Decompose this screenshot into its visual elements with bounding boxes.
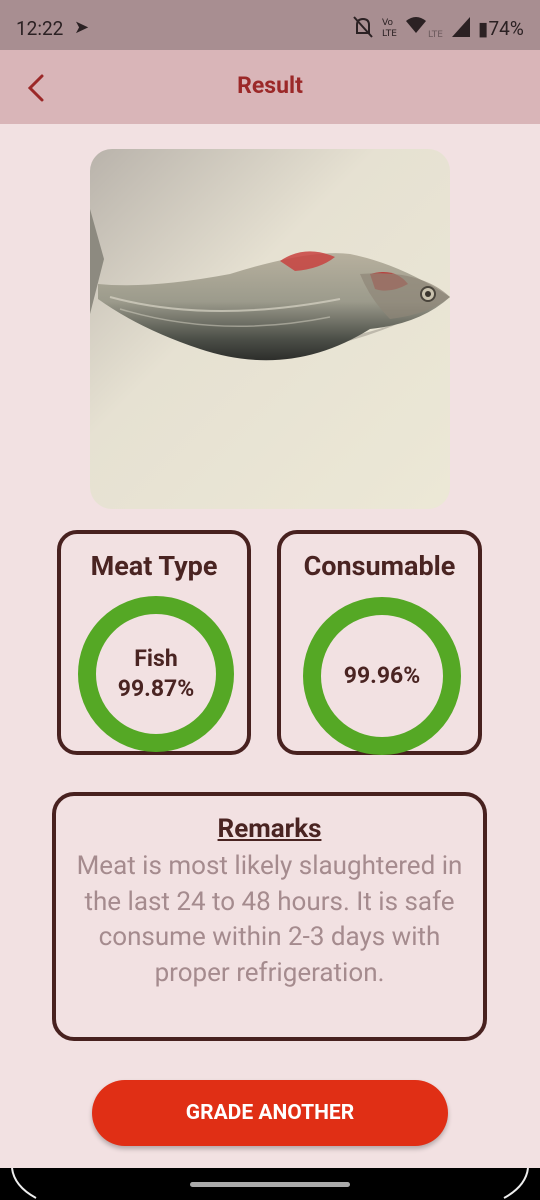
consumable-title: Consumable — [303, 550, 456, 582]
battery-level: 74% — [488, 17, 524, 40]
consumable-result: 99.96% — [321, 615, 443, 737]
mute-icon — [353, 16, 373, 38]
home-handle[interactable] — [190, 1182, 350, 1187]
status-icons: Vo LTE LTE — [353, 16, 470, 40]
wifi-icon — [406, 17, 426, 33]
meat-type-title: Meat Type — [90, 550, 218, 582]
grade-another-button[interactable]: GRADE ANOTHER — [92, 1080, 448, 1146]
meat-type-value: 99.87% — [117, 675, 195, 702]
page-title: Result — [237, 72, 303, 99]
remarks-body: Meat is most likely slaughtered in the l… — [76, 851, 463, 988]
svg-text:LTE: LTE — [428, 30, 443, 40]
svg-text:Vo: Vo — [382, 18, 393, 28]
meat-type-card: Meat Type Fish 99.87% — [57, 530, 251, 755]
svg-text:LTE: LTE — [382, 29, 397, 39]
battery-icon: ▮74% — [478, 17, 524, 40]
status-time: 12:22 — [16, 17, 64, 40]
navigation-bar — [0, 1168, 540, 1200]
remarks-card: Remarks Meat is most likely slaughtered … — [52, 792, 487, 1041]
screen-corner-right — [503, 1168, 529, 1199]
volte-icon: Vo LTE — [382, 18, 397, 39]
app-bar: Result — [0, 50, 540, 124]
screen-corner-left — [11, 1168, 37, 1199]
meat-type-result: Fish 99.87% — [96, 614, 216, 734]
status-bar: 12:22 ➤ Vo LTE LTE ▮74% — [0, 0, 540, 50]
meat-type-progress-ring: Fish 99.87% — [78, 596, 234, 752]
signal-icon — [452, 17, 470, 37]
consumable-value: 99.96% — [343, 662, 421, 689]
meat-type-label: Fish — [134, 645, 178, 672]
fish-photo — [90, 149, 450, 509]
telegram-icon: ➤ — [74, 17, 90, 38]
remarks-title: Remarks — [217, 814, 322, 844]
consumable-card: Consumable 99.96% — [277, 530, 482, 755]
consumable-progress-ring: 99.96% — [303, 597, 461, 755]
